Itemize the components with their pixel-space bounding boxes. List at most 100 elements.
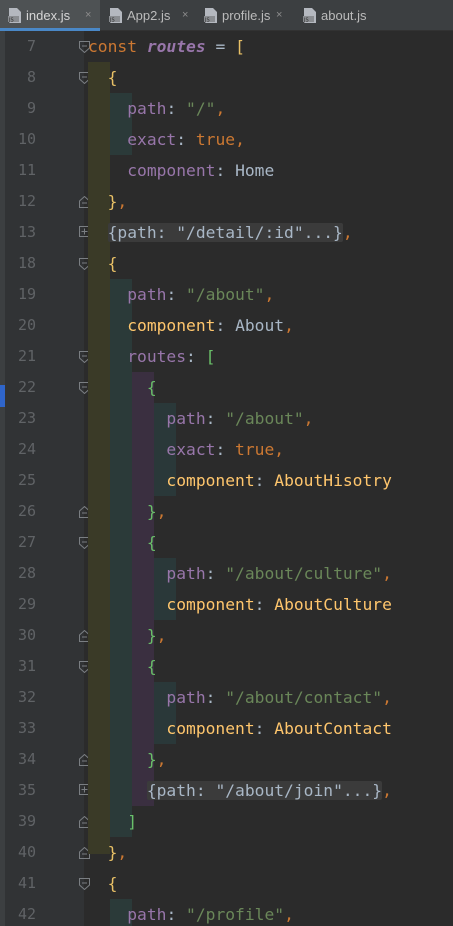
line-number: 11 — [17, 161, 36, 179]
code-line: { — [88, 372, 157, 403]
bracket: { — [107, 874, 118, 893]
line-number: 25 — [17, 471, 36, 489]
property: path — [166, 688, 206, 707]
line-number: 29 — [17, 595, 36, 613]
property: component — [127, 161, 216, 180]
line-number: 41 — [17, 874, 36, 892]
close-icon[interactable]: × — [182, 0, 188, 31]
punctuation: : — [205, 688, 226, 707]
code-line: component: AboutContact — [88, 713, 392, 744]
punctuation: , — [284, 905, 294, 924]
line-number: 23 — [17, 409, 36, 427]
code-line: {path: "/about/join"...}, — [88, 775, 392, 806]
tab-label: index.js — [26, 8, 71, 23]
tab-label: about.js — [321, 8, 367, 23]
line-number: 35 — [17, 781, 36, 799]
line-number-gutter: 7 8 9 10 11 12 13 18 19 20 21 22 23 24 2… — [5, 31, 90, 926]
bracket: } — [146, 502, 157, 521]
punctuation: : — [205, 409, 226, 428]
string: "/about" — [225, 409, 304, 428]
code-editor[interactable]: const routes = [ { path: "/", exact: tru… — [84, 31, 453, 926]
bracket: { — [107, 254, 118, 273]
property: routes — [127, 347, 187, 366]
tab-app2-js[interactable]: JS App2.js × — [101, 0, 196, 31]
tab-profile-js[interactable]: JS profile.js × — [196, 0, 295, 31]
tab-about-js[interactable]: JS about.js — [295, 0, 453, 31]
code-line: }, — [88, 186, 128, 217]
identifier: Home — [235, 161, 275, 180]
line-number: 26 — [17, 502, 36, 520]
bracket: } — [146, 750, 157, 769]
identifier: AboutContact — [274, 719, 392, 738]
punctuation: , — [284, 316, 294, 335]
punctuation: : — [166, 905, 187, 924]
code-line: { — [88, 651, 157, 682]
folded-region[interactable]: {path: "/about/join"...} — [146, 781, 383, 800]
punctuation: , — [274, 440, 285, 459]
svg-text:JS: JS — [303, 17, 309, 23]
punctuation: , — [264, 285, 275, 304]
code-line: exact: true, — [88, 124, 245, 155]
line-number: 12 — [17, 192, 36, 210]
line-number: 13 — [17, 223, 36, 241]
close-icon[interactable]: × — [85, 0, 91, 31]
punctuation: , — [342, 223, 353, 242]
string: "/about/contact" — [225, 688, 383, 707]
variable-name: routes — [146, 37, 206, 56]
property: exact — [127, 130, 177, 149]
code-line: ] — [88, 806, 137, 837]
code-line: { — [88, 248, 118, 279]
punctuation: : — [254, 595, 275, 614]
line-number: 30 — [17, 626, 36, 644]
line-number: 32 — [17, 688, 36, 706]
boolean-value: true — [195, 130, 236, 149]
editor-tab-bar: JS index.js × JS App2.js × JS profile.js… — [0, 0, 453, 31]
property: component — [127, 316, 216, 335]
bracket: } — [107, 843, 118, 862]
punctuation: , — [235, 130, 245, 149]
property: path — [166, 564, 206, 583]
line-number: 40 — [17, 843, 36, 861]
punctuation: , — [156, 750, 167, 769]
punctuation: , — [156, 626, 167, 645]
string: "/" — [186, 99, 216, 118]
code-line: }, — [88, 496, 167, 527]
punctuation: : — [215, 161, 236, 180]
code-line: {path: "/detail/:id"...}, — [88, 217, 353, 248]
property: path — [166, 409, 206, 428]
code-line: routes: [ — [88, 341, 215, 372]
line-number: 19 — [17, 285, 36, 303]
line-number: 42 — [17, 905, 36, 923]
code-line: path: "/about/culture", — [88, 558, 391, 589]
code-line: path: "/profile", — [88, 899, 294, 926]
tab-index-js[interactable]: JS index.js × — [0, 0, 100, 31]
tab-label: App2.js — [127, 8, 171, 23]
punctuation: : — [254, 471, 275, 490]
punctuation: : — [186, 347, 206, 366]
identifier: AboutHisotry — [274, 471, 392, 490]
property: path — [127, 285, 167, 304]
bracket: ] — [127, 812, 138, 831]
svg-text:JS: JS — [204, 17, 210, 23]
property: component — [166, 471, 255, 490]
close-icon[interactable]: × — [276, 0, 282, 31]
js-file-icon: JS — [109, 8, 122, 23]
code-line: { — [88, 527, 157, 558]
bracket: { — [146, 378, 157, 397]
line-number: 28 — [17, 564, 36, 582]
punctuation: , — [215, 99, 226, 118]
punctuation: , — [117, 843, 128, 862]
line-number: 24 — [17, 440, 36, 458]
tab-label: profile.js — [222, 8, 271, 23]
string: "/about/culture" — [225, 564, 383, 583]
operator: = — [205, 37, 236, 56]
code-line: }, — [88, 837, 128, 868]
punctuation: : — [176, 130, 196, 149]
line-number: 31 — [17, 657, 36, 675]
code-line: { — [88, 868, 118, 899]
keyword: const — [88, 37, 138, 56]
folded-region[interactable]: {path: "/detail/:id"...} — [107, 223, 343, 242]
bracket: [ — [205, 347, 216, 366]
code-line: const routes = [ — [88, 31, 245, 62]
code-line: component: About, — [88, 310, 294, 341]
